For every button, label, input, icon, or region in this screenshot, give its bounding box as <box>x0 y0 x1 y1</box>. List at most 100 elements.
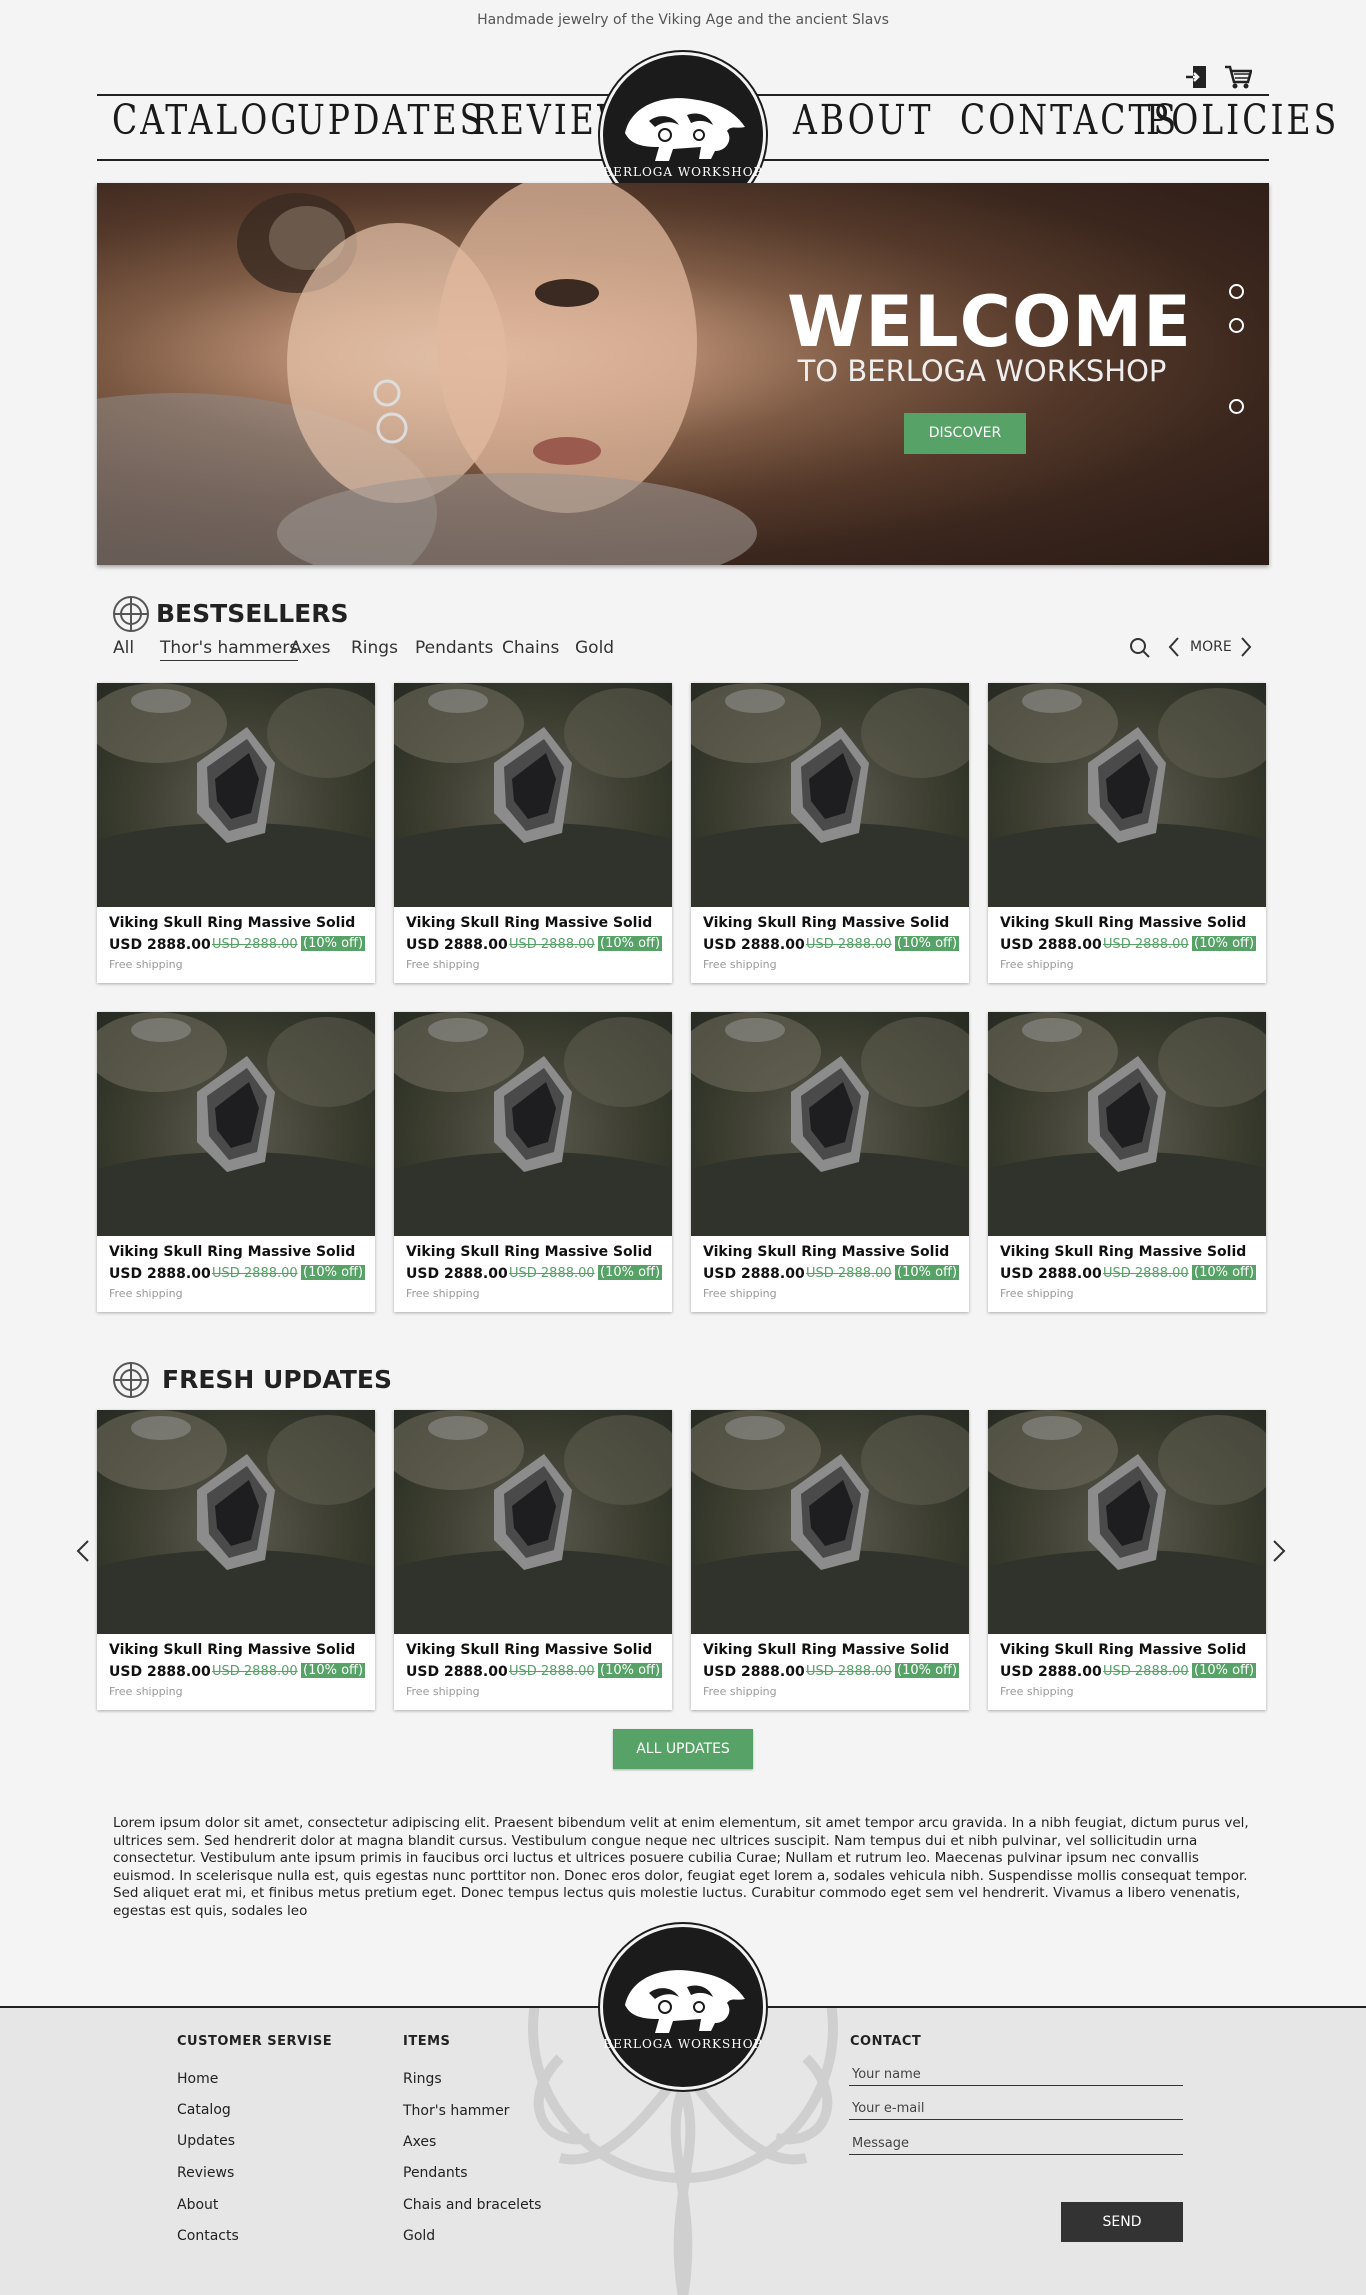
product-old-price: USD 2888.00 <box>212 1266 298 1281</box>
nav-updates[interactable]: UPDATES <box>297 95 485 144</box>
hero-banner: WELCOME TO BERLOGA WORKSHOP DISCOVER <box>97 183 1269 565</box>
product-card[interactable]: Viking Skull Ring Massive Solid USD 2888.… <box>97 1012 375 1312</box>
tab-gold[interactable]: Gold <box>575 638 614 658</box>
next-arrow-icon[interactable] <box>1240 636 1252 662</box>
more-link[interactable]: MORE <box>1190 639 1232 655</box>
nav-policies[interactable]: POLICIES <box>1146 95 1339 144</box>
product-old-price: USD 2888.00 <box>806 937 892 952</box>
product-price: USD 2888.00 <box>406 937 508 953</box>
product-price: USD 2888.00 <box>1000 1664 1102 1680</box>
slide-dot-2[interactable] <box>1229 318 1244 333</box>
product-title[interactable]: Viking Skull Ring Massive Solid <box>109 915 355 931</box>
message-field[interactable] <box>849 2133 1183 2155</box>
contact-title: CONTACT <box>850 2034 922 2049</box>
product-title[interactable]: Viking Skull Ring Massive Solid <box>109 1244 355 1260</box>
product-image[interactable] <box>394 683 672 907</box>
product-card[interactable]: Viking Skull Ring Massive Solid USD 2888.… <box>691 1012 969 1312</box>
product-photo <box>394 683 672 907</box>
tab-chains[interactable]: Chains <box>502 638 559 658</box>
tab-pendants[interactable]: Pendants <box>415 638 493 658</box>
product-title[interactable]: Viking Skull Ring Massive Solid <box>1000 1642 1246 1658</box>
all-updates-button[interactable]: ALL UPDATES <box>613 1729 753 1769</box>
prev-arrow-icon[interactable] <box>1168 636 1180 662</box>
product-image[interactable] <box>691 1012 969 1236</box>
slide-dot-1[interactable] <box>1229 284 1244 299</box>
discover-button[interactable]: DISCOVER <box>904 413 1026 454</box>
discount-badge: (10% off) <box>1192 936 1257 951</box>
footer-link-thors-hammer[interactable]: Thor's hammer <box>403 2103 509 2119</box>
tab-rings[interactable]: Rings <box>351 638 398 658</box>
product-title[interactable]: Viking Skull Ring Massive Solid <box>1000 915 1246 931</box>
footer-link-pendants[interactable]: Pendants <box>403 2165 468 2181</box>
footer-link-contacts[interactable]: Contacts <box>177 2228 239 2244</box>
footer-link-rings[interactable]: Rings <box>403 2071 442 2087</box>
product-card[interactable]: Viking Skull Ring Massive Solid USD 2888.… <box>97 683 375 983</box>
product-image[interactable] <box>988 683 1266 907</box>
slide-dot-3[interactable] <box>1229 399 1244 414</box>
product-image[interactable] <box>691 1410 969 1634</box>
product-photo <box>97 1410 375 1634</box>
product-image[interactable] <box>394 1410 672 1634</box>
discount-badge: (10% off) <box>895 936 960 951</box>
product-title[interactable]: Viking Skull Ring Massive Solid <box>406 915 652 931</box>
discount-badge: (10% off) <box>1192 1265 1257 1280</box>
footer-link-home[interactable]: Home <box>177 2071 218 2087</box>
product-title[interactable]: Viking Skull Ring Massive Solid <box>1000 1244 1246 1260</box>
tab-axes[interactable]: Axes <box>290 638 330 658</box>
product-card[interactable]: Viking Skull Ring Massive Solid USD 2888.… <box>97 1410 375 1710</box>
discount-badge: (10% off) <box>895 1265 960 1280</box>
product-title[interactable]: Viking Skull Ring Massive Solid <box>703 915 949 931</box>
carousel-next-icon[interactable] <box>1272 1539 1286 1567</box>
product-card[interactable]: Viking Skull Ring Massive Solid USD 2888.… <box>394 683 672 983</box>
product-card[interactable]: Viking Skull Ring Massive Solid USD 2888.… <box>394 1410 672 1710</box>
email-field[interactable] <box>849 2098 1183 2120</box>
product-photo <box>691 683 969 907</box>
footer-logo[interactable]: BERLOGA WORKSHOP <box>600 1924 766 2090</box>
product-title[interactable]: Viking Skull Ring Massive Solid <box>406 1642 652 1658</box>
footer-link-gold[interactable]: Gold <box>403 2228 435 2244</box>
footer-link-axes[interactable]: Axes <box>403 2134 436 2150</box>
cart-icon[interactable] <box>1224 64 1253 90</box>
product-title[interactable]: Viking Skull Ring Massive Solid <box>109 1642 355 1658</box>
product-old-price: USD 2888.00 <box>212 1664 298 1679</box>
product-card[interactable]: Viking Skull Ring Massive Solid USD 2888.… <box>691 683 969 983</box>
search-icon[interactable] <box>1129 637 1151 663</box>
tab-thors-hammers[interactable]: Thor's hammers <box>160 638 299 661</box>
send-button[interactable]: SEND <box>1061 2202 1183 2242</box>
product-old-price: USD 2888.00 <box>806 1664 892 1679</box>
footer-link-chains[interactable]: Chais and bracelets <box>403 2197 541 2213</box>
nav-about[interactable]: ABOUT <box>793 95 934 144</box>
product-image[interactable] <box>691 683 969 907</box>
product-price: USD 2888.00 <box>109 937 211 953</box>
name-field[interactable] <box>849 2064 1183 2086</box>
login-icon[interactable] <box>1184 64 1210 90</box>
product-title[interactable]: Viking Skull Ring Massive Solid <box>703 1642 949 1658</box>
product-image[interactable] <box>97 683 375 907</box>
product-old-price: USD 2888.00 <box>1103 1266 1189 1281</box>
product-card[interactable]: Viking Skull Ring Massive Solid USD 2888.… <box>988 1012 1266 1312</box>
product-image[interactable] <box>394 1012 672 1236</box>
product-image[interactable] <box>988 1012 1266 1236</box>
product-card[interactable]: Viking Skull Ring Massive Solid USD 2888.… <box>691 1410 969 1710</box>
product-card[interactable]: Viking Skull Ring Massive Solid USD 2888.… <box>988 1410 1266 1710</box>
product-photo <box>394 1012 672 1236</box>
product-old-price: USD 2888.00 <box>509 1664 595 1679</box>
product-price: USD 2888.00 <box>703 1664 805 1680</box>
product-card[interactable]: Viking Skull Ring Massive Solid USD 2888.… <box>988 683 1266 983</box>
product-image[interactable] <box>97 1410 375 1634</box>
footer-link-catalog[interactable]: Catalog <box>177 2102 231 2118</box>
product-title[interactable]: Viking Skull Ring Massive Solid <box>703 1244 949 1260</box>
carousel-prev-icon[interactable] <box>76 1539 90 1567</box>
footer-link-about[interactable]: About <box>177 2197 218 2213</box>
shipping-note: Free shipping <box>406 1287 480 1300</box>
product-image[interactable] <box>988 1410 1266 1634</box>
product-image[interactable] <box>97 1012 375 1236</box>
shipping-note: Free shipping <box>109 1287 183 1300</box>
footer-link-updates[interactable]: Updates <box>177 2133 235 2149</box>
celtic-knot-icon <box>112 1361 150 1399</box>
nav-catalog[interactable]: CATALOG <box>112 95 300 144</box>
tab-all[interactable]: All <box>113 638 134 658</box>
footer-link-reviews[interactable]: Reviews <box>177 2165 234 2181</box>
product-card[interactable]: Viking Skull Ring Massive Solid USD 2888.… <box>394 1012 672 1312</box>
product-title[interactable]: Viking Skull Ring Massive Solid <box>406 1244 652 1260</box>
